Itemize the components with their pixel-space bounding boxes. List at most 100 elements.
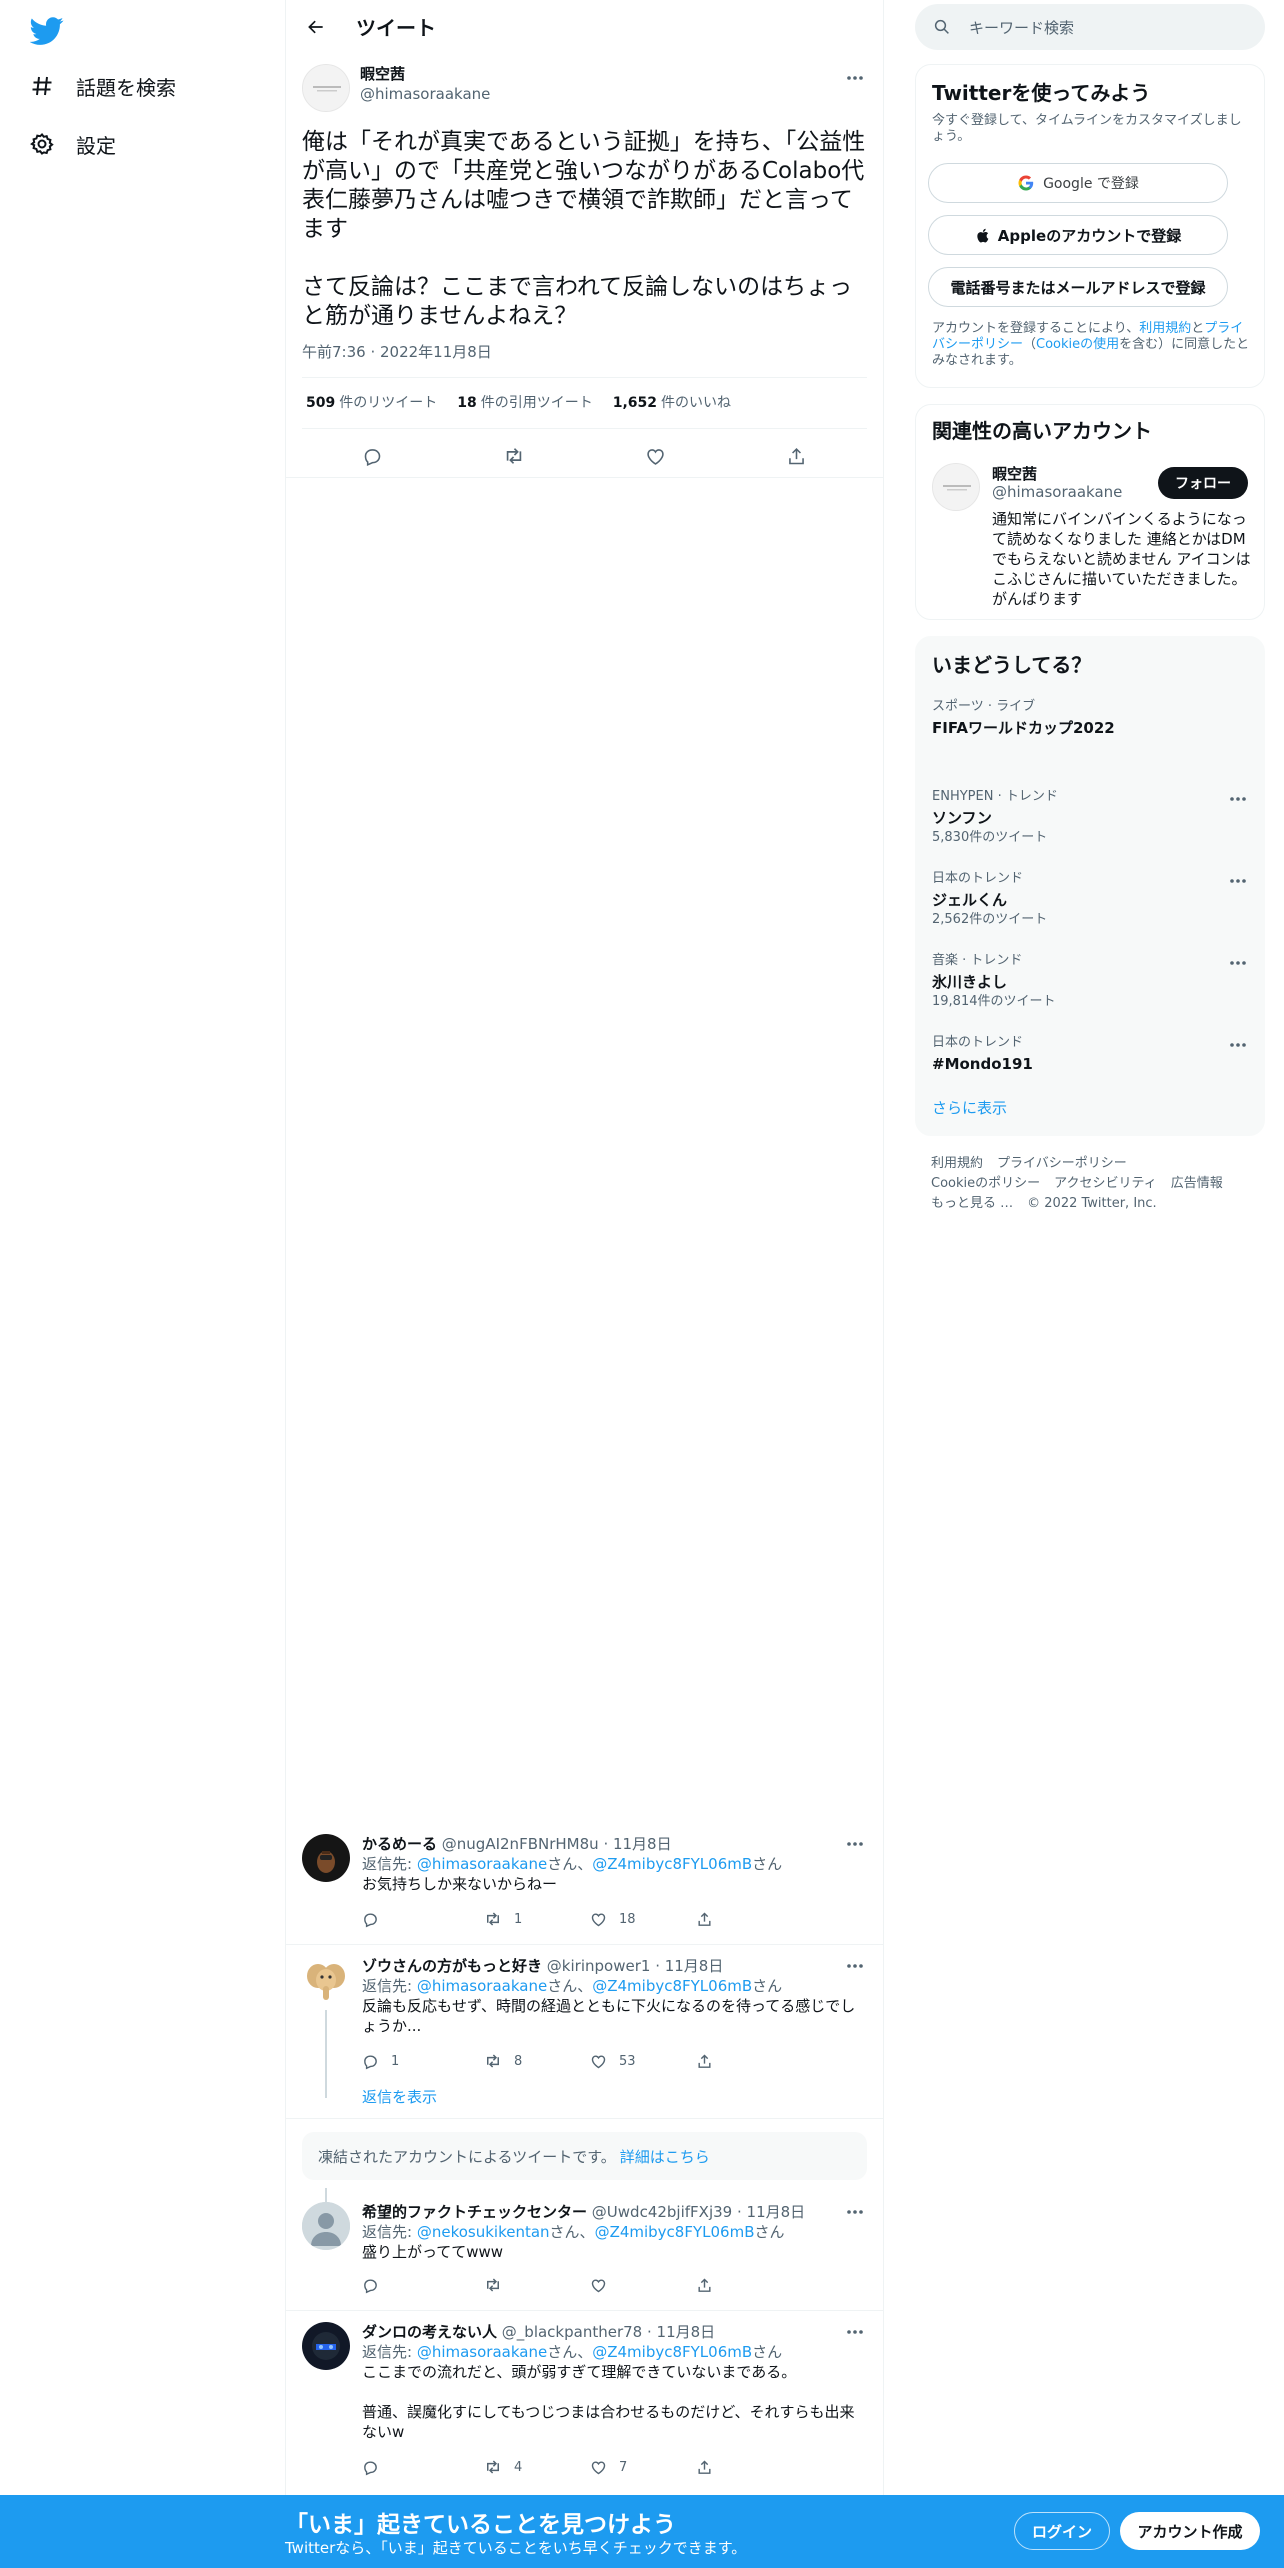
reply-button[interactable] (362, 2276, 468, 2294)
footer-link[interactable]: アクセシビリティ (1054, 1176, 1157, 1191)
like-stat[interactable]: 1,652 件のいいね (613, 392, 731, 412)
follow-button[interactable]: フォロー (1158, 467, 1248, 499)
like-button[interactable]: 53 (590, 2052, 696, 2070)
more-options-button[interactable] (1226, 1035, 1250, 1055)
quote-stat[interactable]: 18 件の引用ツイート (457, 392, 592, 412)
reply-date[interactable]: · 11月8日 (647, 2323, 715, 2341)
author-name[interactable]: 暇空茜 (360, 64, 490, 84)
mention-link[interactable]: @Z4mibyc8FYL06mB (595, 2223, 755, 2241)
retweet-button[interactable]: 8 (484, 2052, 590, 2070)
avatar[interactable] (302, 64, 350, 112)
avatar[interactable] (302, 2202, 350, 2250)
share-button[interactable] (696, 2276, 802, 2294)
more-options-button[interactable] (843, 1956, 867, 1976)
share-button[interactable] (696, 2052, 802, 2070)
reply-author-name[interactable]: ダンロの考えない人 (362, 2323, 497, 2341)
author-handle[interactable]: @himasoraakane (360, 84, 490, 104)
heart-icon (591, 2460, 606, 2474)
avatar[interactable] (302, 2322, 350, 2370)
footer-link[interactable]: 広告情報 (1171, 1176, 1223, 1191)
show-more-link[interactable]: さらに表示 (932, 1097, 1007, 1118)
footer-link[interactable]: Cookieのポリシー (931, 1176, 1040, 1191)
like-button[interactable]: 7 (590, 2458, 696, 2476)
search-input[interactable]: キーワード検索 (915, 4, 1265, 50)
reply-author-handle[interactable]: @Uwdc42bjifFXj39 (592, 2203, 732, 2221)
related-account-handle[interactable]: @himasoraakane (992, 483, 1122, 501)
reply-author-handle[interactable]: @nugAI2nFBNrHM8u (442, 1835, 599, 1853)
avatar[interactable] (932, 463, 980, 511)
trend-item[interactable]: スポーツ · ライブ FIFAワールドカップ2022 (932, 699, 1250, 740)
footer-more-link[interactable]: もっと見る … (931, 1196, 1013, 1211)
more-options-button[interactable] (843, 1834, 867, 1854)
like-button[interactable]: 18 (590, 1910, 696, 1928)
reply-author-name[interactable]: ゾウさんの方がもっと好き (362, 1957, 542, 1975)
cookie-link[interactable]: Cookieの使用 (1036, 337, 1119, 352)
mention-link[interactable]: @himasoraakane (417, 1855, 547, 1873)
more-options-button[interactable] (843, 2202, 867, 2222)
reply-author-handle[interactable]: @_blackpanther78 (502, 2323, 642, 2341)
more-options-button[interactable] (1226, 871, 1250, 891)
retweet-stat[interactable]: 509 件のリツイート (306, 392, 437, 412)
reply-button[interactable] (362, 2458, 468, 2476)
nav-settings[interactable]: 設定 (30, 122, 116, 166)
google-signup-button[interactable]: Google で登録 (928, 163, 1228, 203)
footer-link[interactable]: 利用規約 (931, 1156, 983, 1171)
trend-item[interactable]: 日本のトレンド #Mondo191 (932, 1035, 1250, 1076)
reply-actions: 1 8 53 (362, 2052, 802, 2070)
reply-button[interactable] (355, 438, 391, 474)
google-signup-label: Google で登録 (1043, 176, 1139, 192)
share-button[interactable] (696, 1910, 802, 1928)
apple-signup-button[interactable]: Appleのアカウントで登録 (928, 215, 1228, 255)
divider (286, 1944, 883, 1945)
reply-date[interactable]: · 11月8日 (655, 1957, 723, 1975)
share-icon (698, 1911, 711, 1926)
mention-link[interactable]: @Z4mibyc8FYL06mB (592, 2343, 752, 2361)
footer-link[interactable]: プライバシーポリシー (997, 1156, 1127, 1171)
mention-link[interactable]: @Z4mibyc8FYL06mB (592, 1977, 752, 1995)
more-options-button[interactable] (843, 2322, 867, 2342)
twitter-logo-icon[interactable] (30, 14, 64, 48)
reply-button[interactable]: 1 (362, 2052, 468, 2070)
avatar[interactable] (302, 1834, 350, 1882)
reply-date[interactable]: · 11月8日 (603, 1835, 671, 1853)
more-dots-icon (847, 2210, 863, 2214)
mention-link[interactable]: @nekosukikentan (417, 2223, 550, 2241)
reply-to: 返信先: @nekosukikentanさん、@Z4mibyc8FYL06mBさ… (362, 2223, 785, 2241)
reply-author-handle[interactable]: @kirinpower1 (547, 1957, 651, 1975)
mention-link[interactable]: @himasoraakane (417, 2343, 547, 2361)
retweet-button[interactable]: 1 (484, 1910, 590, 1928)
like-button[interactable] (590, 2276, 696, 2294)
terms-link[interactable]: 利用規約 (1139, 321, 1191, 336)
learn-more-link[interactable]: 詳細はこちら (620, 2146, 710, 2167)
trend-item[interactable]: 日本のトレンド ジェルくん 2,562件のツイート (932, 871, 1250, 928)
search-placeholder: キーワード検索 (969, 18, 1075, 37)
phone-email-signup-button[interactable]: 電話番号またはメールアドレスで登録 (928, 267, 1228, 307)
trend-item[interactable]: 音楽 · トレンド 氷川きよし 19,814件のツイート (932, 953, 1250, 1010)
reply-author-name[interactable]: 希望的ファクトチェックセンター (362, 2203, 587, 2221)
share-button[interactable] (778, 438, 814, 474)
create-account-button[interactable]: アカウント作成 (1120, 2512, 1260, 2550)
login-button[interactable]: ログイン (1014, 2512, 1110, 2550)
related-account-name[interactable]: 暇空茜 (992, 463, 1037, 484)
like-button[interactable] (637, 438, 673, 474)
back-button[interactable] (298, 9, 334, 45)
share-button[interactable] (696, 2458, 802, 2476)
reply-button[interactable] (362, 1910, 468, 1928)
retweet-button[interactable]: 4 (484, 2458, 590, 2476)
more-options-button[interactable] (1226, 789, 1250, 809)
divider (302, 428, 867, 429)
reply-date[interactable]: · 11月8日 (737, 2203, 805, 2221)
tweet-timestamp[interactable]: 午前7:36 · 2022年11月8日 (302, 341, 492, 362)
nav-explore[interactable]: 話題を検索 (30, 64, 176, 108)
google-logo-icon (1018, 175, 1034, 191)
mention-link[interactable]: @himasoraakane (417, 1977, 547, 1995)
trend-item[interactable]: ENHYPEN · トレンド ソンフン 5,830件のツイート (932, 789, 1250, 846)
retweet-button[interactable] (484, 2276, 590, 2294)
more-options-button[interactable] (1226, 953, 1250, 973)
show-replies-link[interactable]: 返信を表示 (362, 2086, 437, 2107)
more-options-button[interactable] (843, 68, 867, 88)
reply-author-name[interactable]: かるめーる (362, 1835, 437, 1853)
mention-link[interactable]: @Z4mibyc8FYL06mB (592, 1855, 752, 1873)
retweet-button[interactable] (496, 438, 532, 474)
avatar[interactable] (302, 1956, 350, 2004)
